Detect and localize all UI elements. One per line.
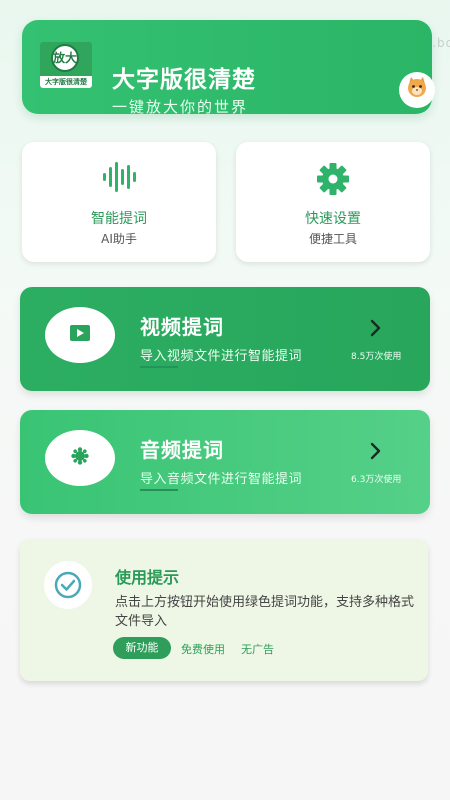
tag-no-ads: 无广告 bbox=[241, 643, 274, 656]
tile-sublabel: AI助手 bbox=[101, 232, 137, 246]
feature-underline bbox=[140, 366, 178, 368]
cat-avatar-icon bbox=[404, 75, 430, 105]
feature-underline bbox=[140, 489, 178, 491]
audio-icon-badge bbox=[45, 430, 115, 486]
app-logo: 放大 大字版很清楚 bbox=[40, 42, 92, 88]
tips-text: 点击上方按钮开始使用绿色提词功能，支持多种格式文件导入 bbox=[115, 595, 415, 629]
gear-icon bbox=[316, 162, 350, 200]
logo-badge: 放大 bbox=[51, 44, 79, 72]
avatar[interactable] bbox=[399, 72, 435, 108]
audio-blob-icon bbox=[71, 447, 89, 469]
check-circle-icon bbox=[44, 561, 92, 609]
tile-label: 智能提词 bbox=[91, 211, 147, 227]
play-icon bbox=[70, 325, 90, 345]
feature-title: 视频提词 bbox=[140, 315, 224, 339]
app-subtitle: 一键放大你的世界 bbox=[112, 98, 249, 116]
tag-new-feature: 新功能 bbox=[113, 637, 171, 659]
app-header-card: 放大 大字版很清楚 大字版很清楚 一键放大你的世界 bbox=[22, 20, 435, 116]
tile-sublabel: 便捷工具 bbox=[308, 232, 357, 246]
tag-free: 免费使用 bbox=[181, 643, 225, 656]
video-prompt-card[interactable]: 视频提词 导入视频文件进行智能提词 8.5万次使用 bbox=[20, 287, 430, 391]
chevron-right-icon bbox=[370, 319, 382, 341]
feature-description: 导入音频文件进行智能提词 bbox=[140, 472, 303, 487]
audio-prompt-card[interactable]: 音频提词 导入音频文件进行智能提词 6.3万次使用 bbox=[20, 410, 430, 514]
usage-count: 8.5万次使用 bbox=[351, 352, 402, 362]
usage-tips-card: 使用提示 点击上方按钮开始使用绿色提词功能，支持多种格式文件导入 新功能 免费使… bbox=[20, 539, 428, 681]
tile-quick-settings[interactable]: 快速设置 便捷工具 bbox=[236, 142, 430, 262]
tile-smart-prompt[interactable]: 智能提词 AI助手 bbox=[22, 142, 216, 262]
feature-description: 导入视频文件进行智能提词 bbox=[140, 349, 303, 364]
feature-title: 音频提词 bbox=[140, 438, 224, 462]
tips-title: 使用提示 bbox=[115, 568, 180, 587]
voice-wave-icon bbox=[102, 162, 136, 196]
usage-count: 6.3万次使用 bbox=[351, 475, 402, 485]
app-title: 大字版很清楚 bbox=[112, 67, 256, 93]
logo-strip-text: 大字版很清楚 bbox=[40, 76, 92, 88]
video-icon-badge bbox=[45, 307, 115, 363]
chevron-right-icon bbox=[370, 442, 382, 464]
tile-label: 快速设置 bbox=[305, 211, 361, 227]
